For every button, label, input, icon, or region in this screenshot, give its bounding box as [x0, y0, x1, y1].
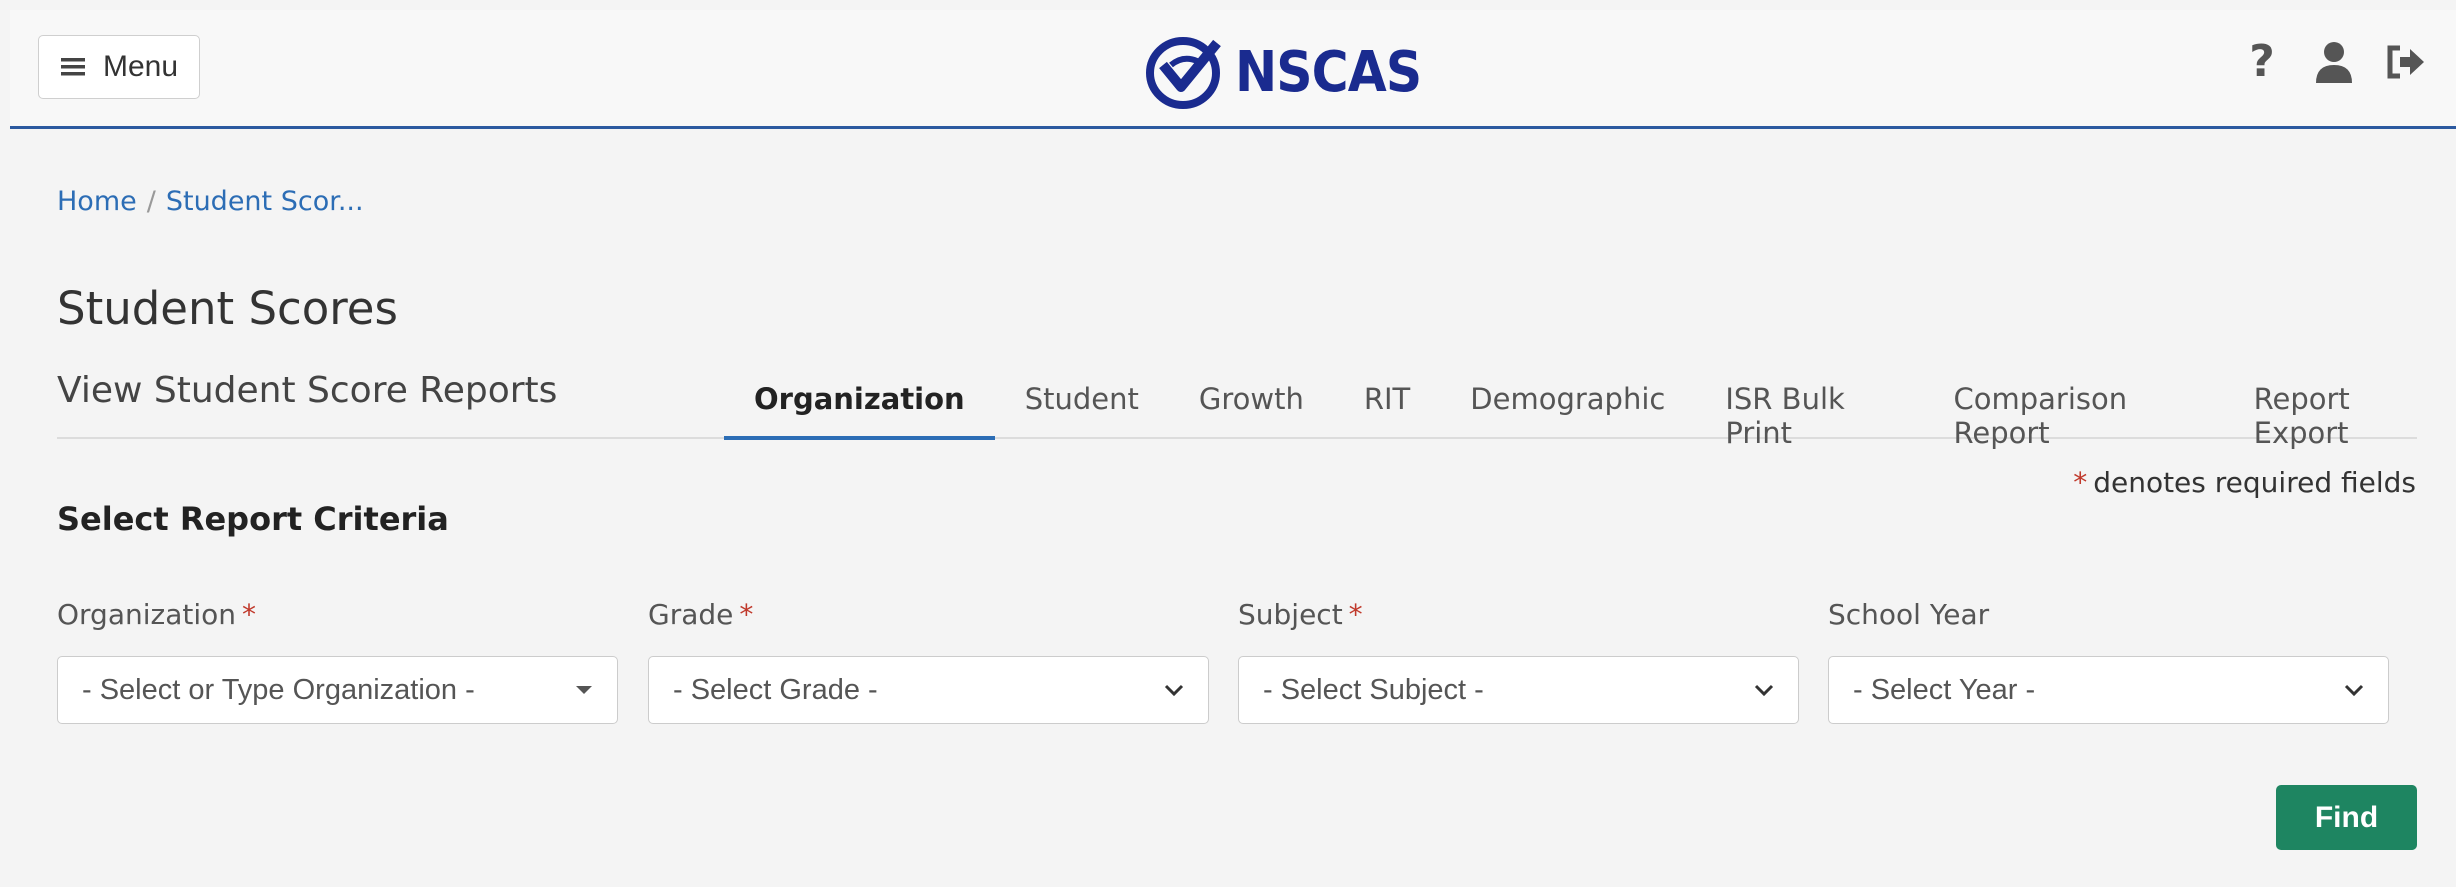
caret-down-icon [576, 686, 592, 694]
top-navbar: Menu NSCAS ? [10, 10, 2456, 129]
school-year-select-value: - Select Year - [1853, 673, 2036, 706]
school-year-select[interactable]: - Select Year - [1828, 656, 2389, 724]
school-year-field: School Year - Select Year - [1828, 598, 2389, 724]
report-tabs: Organization Student Growth RIT Demograp… [724, 370, 2456, 450]
chevron-down-icon [1164, 684, 1184, 697]
page-subtitle: View Student Score Reports [57, 370, 558, 411]
tab-growth[interactable]: Growth [1169, 370, 1334, 440]
user-button[interactable] [2312, 38, 2356, 86]
organization-field: Organization * - Select or Type Organizat… [57, 598, 618, 724]
chevron-down-icon [2344, 684, 2364, 697]
grade-select[interactable]: - Select Grade - [648, 656, 1209, 724]
subject-field: Subject * - Select Subject - [1238, 598, 1799, 724]
organization-select[interactable]: - Select or Type Organization - [57, 656, 618, 724]
tab-organization[interactable]: Organization [724, 370, 995, 440]
tab-demographic[interactable]: Demographic [1440, 370, 1695, 440]
menu-button[interactable]: Menu [38, 35, 200, 99]
nscas-logo[interactable]: NSCAS [1145, 36, 1442, 109]
find-button[interactable]: Find [2276, 785, 2417, 850]
logout-button[interactable] [2384, 38, 2428, 86]
logout-icon [2387, 45, 2424, 79]
organization-label: Organization * [57, 598, 257, 631]
user-icon [2316, 42, 2352, 83]
menu-label: Menu [103, 50, 179, 83]
help-icon: ? [2249, 36, 2275, 87]
tab-isr-bulk-print[interactable]: ISR Bulk Print [1695, 370, 1923, 450]
breadcrumb: Home / Student Scor... [57, 186, 364, 217]
required-note-text: denotes required fields [2093, 466, 2416, 499]
header-actions: ? [2240, 38, 2428, 86]
required-star: * [2073, 466, 2088, 499]
tab-report-export[interactable]: Report Export [2224, 370, 2456, 450]
breadcrumb-home-link[interactable]: Home [57, 186, 137, 217]
subject-select-value: - Select Subject - [1263, 673, 1484, 706]
breadcrumb-current-link[interactable]: Student Scor... [166, 186, 364, 217]
tab-rit[interactable]: RIT [1334, 370, 1440, 440]
grade-select-value: - Select Grade - [673, 673, 878, 706]
hamburger-icon [61, 58, 85, 76]
tab-student[interactable]: Student [995, 370, 1169, 440]
logo-mark-icon [1146, 37, 1221, 109]
help-button[interactable]: ? [2240, 38, 2284, 86]
tab-comparison-report[interactable]: Comparison Report [1924, 370, 2224, 450]
chevron-down-icon [1754, 684, 1774, 697]
logo-text: NSCAS [1235, 39, 1422, 105]
grade-field: Grade * - Select Grade - [648, 598, 1209, 724]
grade-label: Grade * [648, 598, 754, 631]
page-title: Student Scores [57, 282, 398, 335]
section-title: Select Report Criteria [57, 500, 449, 538]
organization-select-value: - Select or Type Organization - [82, 673, 475, 706]
required-fields-note: * denotes required fields [2073, 466, 2416, 499]
school-year-label: School Year [1828, 598, 1990, 631]
breadcrumb-separator: / [146, 186, 156, 217]
subject-label: Subject * [1238, 598, 1363, 631]
subject-select[interactable]: - Select Subject - [1238, 656, 1799, 724]
